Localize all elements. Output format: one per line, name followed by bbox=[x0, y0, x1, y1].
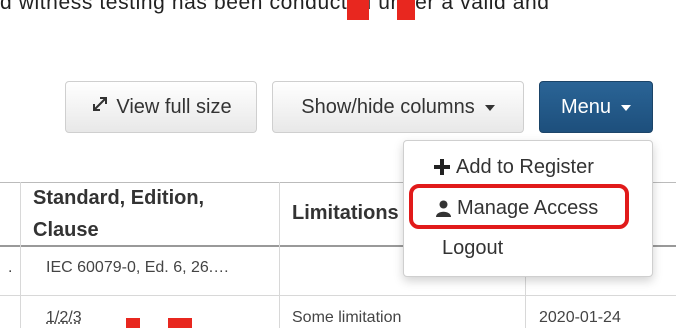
view-full-size-label: View full size bbox=[116, 95, 232, 118]
column-header-standard[interactable]: Standard, Edition, Clause bbox=[33, 182, 273, 246]
red-annotation-mark bbox=[168, 318, 192, 328]
intro-text: d witness testing has been conducted und… bbox=[0, 0, 550, 14]
manage-access-highlight-box bbox=[409, 184, 629, 229]
expand-icon bbox=[90, 94, 110, 120]
caret-down-icon bbox=[621, 105, 632, 111]
limitations-cell: Some limitation bbox=[292, 309, 402, 326]
view-full-size-button[interactable]: View full size bbox=[65, 81, 257, 133]
plus-icon bbox=[434, 159, 450, 175]
menu-label: Menu bbox=[560, 95, 612, 118]
column-header-limitations[interactable]: Limitations bbox=[292, 197, 399, 229]
table-divider bbox=[0, 295, 676, 296]
menu-item-label: Add to Register bbox=[456, 155, 594, 178]
show-hide-columns-button[interactable]: Show/hide columns bbox=[272, 81, 524, 133]
standard-cell: IEC 60079-0, Ed. 6, 26.… bbox=[46, 259, 230, 276]
red-annotation-mark bbox=[397, 0, 415, 20]
caret-down-icon bbox=[484, 105, 495, 111]
show-hide-columns-label: Show/hide columns bbox=[301, 95, 475, 118]
menu-item-logout[interactable]: Logout bbox=[404, 230, 652, 266]
standard-cell: 1/2/3 bbox=[46, 309, 82, 326]
menu-item-label: Logout bbox=[442, 236, 504, 259]
column-divider bbox=[279, 182, 280, 328]
date-cell: 2020-01-24 bbox=[539, 309, 621, 326]
menu-item-add-to-register[interactable]: Add to Register bbox=[404, 149, 652, 185]
red-annotation-mark bbox=[126, 318, 140, 328]
row-lead-cell: . bbox=[8, 259, 13, 276]
red-annotation-mark bbox=[347, 0, 369, 20]
column-divider bbox=[20, 182, 21, 328]
menu-button[interactable]: Menu bbox=[539, 81, 653, 133]
